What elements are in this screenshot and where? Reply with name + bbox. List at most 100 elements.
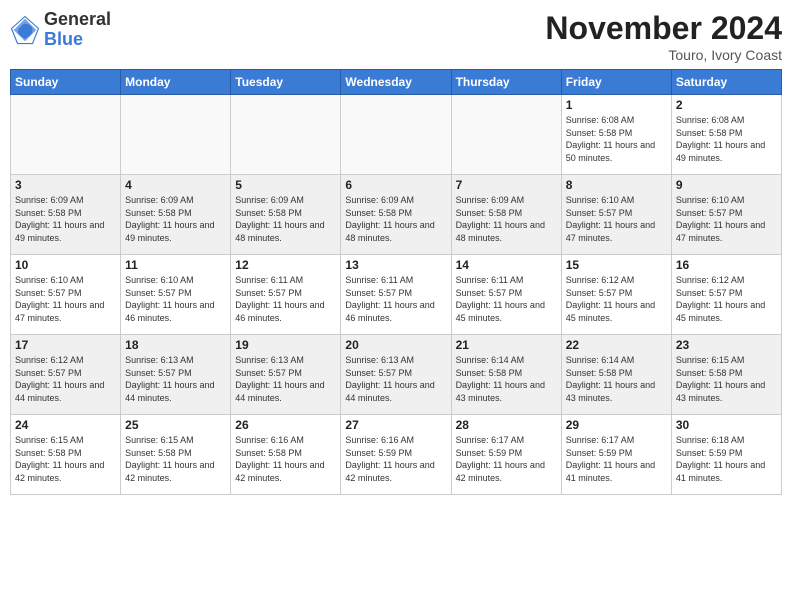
day-info: Sunrise: 6:18 AM Sunset: 5:59 PM Dayligh… [676, 434, 777, 484]
day-number: 10 [15, 258, 116, 272]
day-header-wednesday: Wednesday [341, 70, 451, 95]
calendar-cell: 7Sunrise: 6:09 AM Sunset: 5:58 PM Daylig… [451, 175, 561, 255]
day-info: Sunrise: 6:11 AM Sunset: 5:57 PM Dayligh… [456, 274, 557, 324]
calendar-cell: 27 Sunrise: 6:16 AM Sunset: 5:59 PM Dayli… [341, 415, 451, 495]
day-number: 11 [125, 258, 226, 272]
calendar-cell: 29 Sunrise: 6:17 AM Sunset: 5:59 PM Dayli… [561, 415, 671, 495]
day-number: 20 [345, 338, 446, 352]
day-number: 8 [566, 178, 667, 192]
calendar-cell: 20 Sunrise: 6:13 AM Sunset: 5:57 PM Dayli… [341, 335, 451, 415]
day-number: 24 [15, 418, 116, 432]
day-info: Sunrise: 6:09 AM Sunset: 5:58 PM Dayligh… [345, 194, 446, 244]
day-number: 1 [566, 98, 667, 112]
calendar-cell: 14 Sunrise: 6:11 AM Sunset: 5:57 PM Dayli… [451, 255, 561, 335]
day-info: Sunrise: 6:13 AM Sunset: 5:57 PM Dayligh… [235, 354, 336, 404]
calendar-cell: 24 Sunrise: 6:15 AM Sunset: 5:58 PM Dayli… [11, 415, 121, 495]
day-info: Sunrise: 6:14 AM Sunset: 5:58 PM Dayligh… [456, 354, 557, 404]
calendar-cell: 12Sunrise: 6:11 AM Sunset: 5:57 PM Dayli… [231, 255, 341, 335]
day-info: Sunrise: 6:12 AM Sunset: 5:57 PM Dayligh… [566, 274, 667, 324]
calendar-cell: 22 Sunrise: 6:14 AM Sunset: 5:58 PM Dayli… [561, 335, 671, 415]
calendar-cell: 8 Sunrise: 6:10 AM Sunset: 5:57 PM Daylig… [561, 175, 671, 255]
day-header-sunday: Sunday [11, 70, 121, 95]
day-header-monday: Monday [121, 70, 231, 95]
day-number: 21 [456, 338, 557, 352]
day-number: 28 [456, 418, 557, 432]
day-number: 30 [676, 418, 777, 432]
logo: General Blue [10, 10, 111, 50]
day-number: 16 [676, 258, 777, 272]
day-number: 22 [566, 338, 667, 352]
day-info: Sunrise: 6:14 AM Sunset: 5:58 PM Dayligh… [566, 354, 667, 404]
day-number: 27 [345, 418, 446, 432]
day-header-friday: Friday [561, 70, 671, 95]
calendar-cell: 2 Sunrise: 6:08 AM Sunset: 5:58 PM Daylig… [671, 95, 781, 175]
day-info: Sunrise: 6:08 AM Sunset: 5:58 PM Dayligh… [566, 114, 667, 164]
day-number: 25 [125, 418, 226, 432]
day-info: Sunrise: 6:13 AM Sunset: 5:57 PM Dayligh… [345, 354, 446, 404]
day-info: Sunrise: 6:09 AM Sunset: 5:58 PM Dayligh… [235, 194, 336, 244]
logo-text: General Blue [44, 10, 111, 50]
day-info: Sunrise: 6:09 AM Sunset: 5:58 PM Dayligh… [15, 194, 116, 244]
calendar-cell: 1 Sunrise: 6:08 AM Sunset: 5:58 PM Daylig… [561, 95, 671, 175]
day-number: 26 [235, 418, 336, 432]
day-info: Sunrise: 6:13 AM Sunset: 5:57 PM Dayligh… [125, 354, 226, 404]
day-info: Sunrise: 6:10 AM Sunset: 5:57 PM Dayligh… [15, 274, 116, 324]
title-area: November 2024 Touro, Ivory Coast [545, 10, 782, 63]
calendar-cell [121, 95, 231, 175]
day-number: 6 [345, 178, 446, 192]
day-info: Sunrise: 6:17 AM Sunset: 5:59 PM Dayligh… [456, 434, 557, 484]
calendar-cell [231, 95, 341, 175]
day-number: 2 [676, 98, 777, 112]
calendar-cell: 9 Sunrise: 6:10 AM Sunset: 5:57 PM Daylig… [671, 175, 781, 255]
calendar-header-row: SundayMondayTuesdayWednesdayThursdayFrid… [11, 70, 782, 95]
day-info: Sunrise: 6:15 AM Sunset: 5:58 PM Dayligh… [125, 434, 226, 484]
day-number: 29 [566, 418, 667, 432]
calendar-cell [451, 95, 561, 175]
day-info: Sunrise: 6:12 AM Sunset: 5:57 PM Dayligh… [676, 274, 777, 324]
calendar-cell: 30 Sunrise: 6:18 AM Sunset: 5:59 PM Dayli… [671, 415, 781, 495]
day-header-thursday: Thursday [451, 70, 561, 95]
day-info: Sunrise: 6:16 AM Sunset: 5:59 PM Dayligh… [345, 434, 446, 484]
day-info: Sunrise: 6:15 AM Sunset: 5:58 PM Dayligh… [15, 434, 116, 484]
calendar-cell: 16 Sunrise: 6:12 AM Sunset: 5:57 PM Dayli… [671, 255, 781, 335]
location-subtitle: Touro, Ivory Coast [545, 47, 782, 63]
week-row-2: 3 Sunrise: 6:09 AM Sunset: 5:58 PM Daylig… [11, 175, 782, 255]
day-number: 9 [676, 178, 777, 192]
day-info: Sunrise: 6:11 AM Sunset: 5:57 PM Dayligh… [235, 274, 336, 324]
day-number: 3 [15, 178, 116, 192]
calendar-cell: 13Sunrise: 6:11 AM Sunset: 5:57 PM Dayli… [341, 255, 451, 335]
day-number: 18 [125, 338, 226, 352]
calendar-cell: 11 Sunrise: 6:10 AM Sunset: 5:57 PM Dayli… [121, 255, 231, 335]
day-info: Sunrise: 6:11 AM Sunset: 5:57 PM Dayligh… [345, 274, 446, 324]
week-row-3: 10 Sunrise: 6:10 AM Sunset: 5:57 PM Dayli… [11, 255, 782, 335]
calendar-cell: 21 Sunrise: 6:14 AM Sunset: 5:58 PM Dayli… [451, 335, 561, 415]
week-row-1: 1 Sunrise: 6:08 AM Sunset: 5:58 PM Daylig… [11, 95, 782, 175]
calendar-cell: 15 Sunrise: 6:12 AM Sunset: 5:57 PM Dayli… [561, 255, 671, 335]
calendar-table: SundayMondayTuesdayWednesdayThursdayFrid… [10, 69, 782, 495]
day-info: Sunrise: 6:10 AM Sunset: 5:57 PM Dayligh… [676, 194, 777, 244]
day-info: Sunrise: 6:17 AM Sunset: 5:59 PM Dayligh… [566, 434, 667, 484]
calendar-cell: 18 Sunrise: 6:13 AM Sunset: 5:57 PM Dayli… [121, 335, 231, 415]
day-header-saturday: Saturday [671, 70, 781, 95]
week-row-5: 24 Sunrise: 6:15 AM Sunset: 5:58 PM Dayli… [11, 415, 782, 495]
calendar-cell: 17Sunrise: 6:12 AM Sunset: 5:57 PM Dayli… [11, 335, 121, 415]
calendar-cell: 10 Sunrise: 6:10 AM Sunset: 5:57 PM Dayli… [11, 255, 121, 335]
month-title: November 2024 [545, 10, 782, 47]
day-number: 14 [456, 258, 557, 272]
day-number: 15 [566, 258, 667, 272]
calendar-cell: 6 Sunrise: 6:09 AM Sunset: 5:58 PM Daylig… [341, 175, 451, 255]
day-info: Sunrise: 6:10 AM Sunset: 5:57 PM Dayligh… [566, 194, 667, 244]
day-info: Sunrise: 6:16 AM Sunset: 5:58 PM Dayligh… [235, 434, 336, 484]
day-header-tuesday: Tuesday [231, 70, 341, 95]
day-info: Sunrise: 6:08 AM Sunset: 5:58 PM Dayligh… [676, 114, 777, 164]
calendar-cell [341, 95, 451, 175]
calendar-cell: 3 Sunrise: 6:09 AM Sunset: 5:58 PM Daylig… [11, 175, 121, 255]
calendar-cell: 25 Sunrise: 6:15 AM Sunset: 5:58 PM Dayli… [121, 415, 231, 495]
day-number: 7 [456, 178, 557, 192]
calendar-cell: 5Sunrise: 6:09 AM Sunset: 5:58 PM Daylig… [231, 175, 341, 255]
day-number: 4 [125, 178, 226, 192]
calendar-cell: 4Sunrise: 6:09 AM Sunset: 5:58 PM Daylig… [121, 175, 231, 255]
logo-icon [10, 15, 40, 45]
day-info: Sunrise: 6:10 AM Sunset: 5:57 PM Dayligh… [125, 274, 226, 324]
day-info: Sunrise: 6:15 AM Sunset: 5:58 PM Dayligh… [676, 354, 777, 404]
